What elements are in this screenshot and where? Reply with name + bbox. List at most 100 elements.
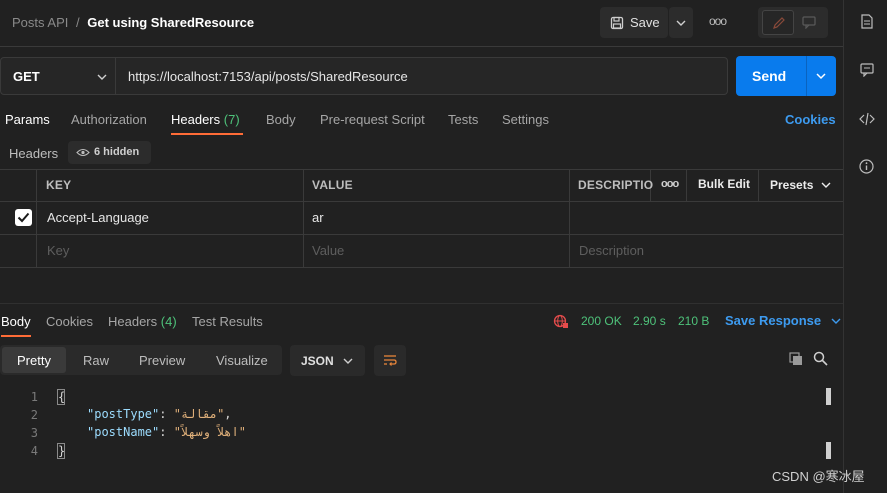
code-line-2: "postType": "مقالة", (87, 407, 232, 421)
json-separator: : (159, 407, 174, 421)
scrollbar-marker[interactable] (826, 388, 831, 405)
json-string: "مقالة" (173, 407, 225, 421)
search-icon[interactable] (813, 351, 828, 366)
line-number: 4 (30, 444, 38, 458)
view-mode-segmented: Pretty Raw Preview Visualize (0, 345, 282, 375)
json-key: "postType" (87, 407, 160, 421)
view-preview-button[interactable]: Preview (139, 353, 185, 368)
chevron-down-icon (97, 74, 107, 80)
header-value-cell[interactable]: ar (312, 210, 324, 225)
code-icon[interactable] (859, 112, 875, 126)
hidden-count: 6 hidden (94, 146, 140, 158)
tab-body[interactable]: Body (266, 112, 296, 127)
table-border (758, 169, 759, 201)
copy-icon[interactable] (789, 352, 803, 366)
tab-tests[interactable]: Tests (448, 112, 478, 127)
send-button[interactable]: Send (752, 68, 786, 84)
tab-pre-request-script[interactable]: Pre-request Script (320, 112, 425, 127)
header-key-cell[interactable]: Accept-Language (47, 210, 149, 225)
response-tab-body[interactable]: Body (1, 314, 31, 329)
checkmark-icon (17, 212, 30, 223)
table-border (686, 169, 687, 201)
table-border (0, 234, 843, 235)
table-border (0, 267, 843, 268)
eye-icon (76, 148, 90, 157)
hidden-headers-toggle[interactable]: 6 hidden (68, 141, 151, 164)
response-body-editor[interactable]: 1 2 3 4 { "postType": "مقالة", "postName… (0, 386, 843, 466)
divider (0, 46, 843, 47)
headers-count: (7) (223, 112, 240, 127)
info-icon[interactable] (859, 159, 874, 174)
method-select[interactable]: GET (0, 57, 116, 95)
status-code[interactable]: 200 OK (581, 314, 622, 328)
save-response-button[interactable]: Save Response (725, 313, 841, 328)
divider (0, 303, 843, 304)
chevron-down-icon (676, 20, 686, 26)
globe-warning-icon[interactable] (553, 313, 569, 329)
tab-settings[interactable]: Settings (502, 112, 549, 127)
headers-section-label: Headers (9, 146, 59, 161)
right-sidebar (843, 0, 887, 493)
breadcrumb-collection[interactable]: Posts API (12, 15, 68, 30)
column-header-description: DESCRIPTIO (578, 178, 654, 192)
comment-icon[interactable] (802, 16, 816, 29)
line-number: 1 (30, 390, 38, 404)
request-title[interactable]: Get using SharedResource (87, 15, 254, 30)
chevron-down-icon[interactable] (815, 72, 827, 80)
table-border (0, 201, 843, 202)
code-line-3: "postName": "اهلاً وسهلاً" (87, 425, 246, 439)
edit-comment-group (758, 7, 828, 38)
cookies-link[interactable]: Cookies (785, 112, 836, 127)
new-key-input[interactable]: Key (47, 243, 69, 258)
response-tab-headers-label: Headers (108, 314, 158, 329)
save-label: Save (630, 15, 660, 30)
send-button-group: Send (736, 56, 836, 96)
save-icon (610, 16, 624, 29)
tab-headers[interactable]: Headers (7) (171, 112, 240, 127)
table-border (569, 169, 570, 267)
wrap-lines-icon (384, 355, 397, 366)
wrap-lines-button[interactable] (374, 345, 406, 376)
response-headers-count: (4) (160, 314, 177, 329)
open-brace: { (57, 389, 66, 405)
view-visualize-button[interactable]: Visualize (216, 353, 268, 368)
presets-label: Presets (770, 178, 814, 192)
close-brace: } (57, 443, 66, 459)
response-tab-cookies[interactable]: Cookies (46, 314, 93, 329)
column-header-value: VALUE (312, 178, 353, 192)
url-input[interactable]: https://localhost:7153/api/posts/SharedR… (116, 57, 728, 95)
response-tab-test-results[interactable]: Test Results (192, 314, 263, 329)
save-button[interactable]: Save (600, 7, 668, 38)
scrollbar-marker[interactable] (826, 442, 831, 459)
comments-icon[interactable] (860, 63, 874, 77)
active-tab-underline (171, 133, 243, 135)
watermark: CSDN @寒冰屋 (772, 469, 865, 484)
header-enabled-checkbox[interactable] (15, 209, 32, 226)
json-comma: , (224, 407, 232, 421)
presets-dropdown[interactable]: Presets (770, 177, 831, 192)
line-number: 2 (30, 408, 38, 422)
view-pretty-label: Pretty (17, 353, 51, 368)
new-value-input[interactable]: Value (312, 243, 344, 258)
response-time[interactable]: 2.90 s (633, 314, 666, 328)
table-border (303, 169, 304, 267)
format-select[interactable]: JSON (290, 345, 365, 376)
table-more-button[interactable]: ooo (661, 178, 679, 190)
save-dropdown-button[interactable] (669, 7, 693, 38)
pencil-icon (773, 17, 785, 29)
tab-headers-label: Headers (171, 112, 221, 127)
view-raw-button[interactable]: Raw (83, 353, 109, 368)
edit-button[interactable] (762, 10, 794, 35)
new-description-input[interactable]: Description (579, 243, 644, 258)
response-size[interactable]: 210 B (678, 314, 709, 328)
documentation-icon[interactable] (861, 14, 873, 29)
response-tab-headers[interactable]: Headers (4) (108, 314, 177, 329)
view-pretty-button[interactable]: Pretty (2, 347, 66, 373)
tab-params[interactable]: Params (5, 112, 50, 127)
bulk-edit-button[interactable]: Bulk Edit (698, 177, 750, 191)
method-label: GET (13, 69, 40, 84)
more-actions-button[interactable]: ooo (709, 14, 727, 28)
tab-authorization[interactable]: Authorization (71, 112, 147, 127)
url-text: https://localhost:7153/api/posts/SharedR… (128, 69, 408, 84)
json-string: "اهلاً وسهلاً" (173, 425, 246, 439)
